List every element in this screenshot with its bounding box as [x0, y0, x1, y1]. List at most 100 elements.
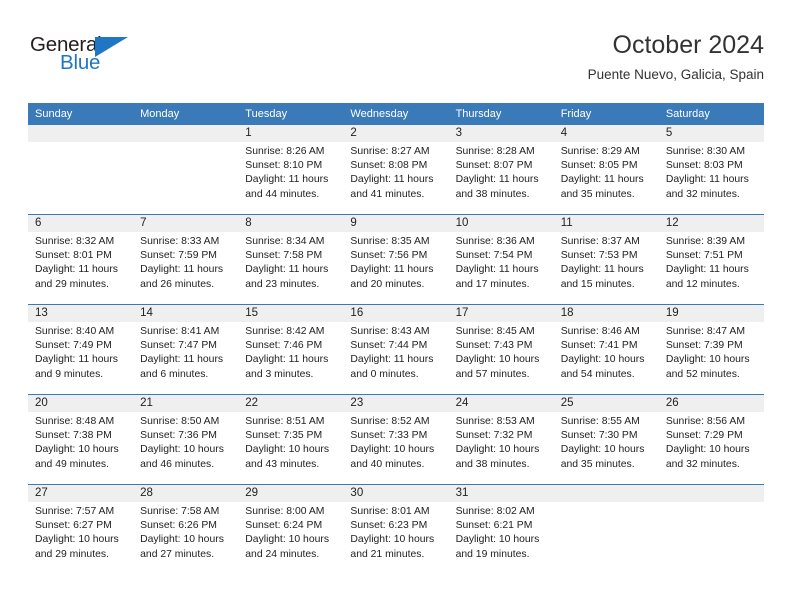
day-number[interactable]: 27 — [28, 485, 133, 502]
day-detail-line: and 0 minutes. — [350, 368, 419, 380]
weekday-header-friday: Friday — [560, 108, 592, 120]
day-number[interactable]: 4 — [554, 125, 659, 142]
day-cell-empty — [659, 502, 764, 574]
day-detail-line: Sunrise: 8:28 AM — [455, 146, 535, 157]
day-number[interactable]: 2 — [343, 125, 448, 142]
day-detail-line: Sunrise: 8:39 AM — [665, 236, 745, 247]
day-detail-line: and 38 minutes. — [455, 188, 530, 200]
day-cell[interactable]: Sunrise: 8:47 AM Sunset: 7:39 PM Daylight:… — [659, 322, 764, 394]
day-detail-band: Sunrise: 8:40 AM Sunset: 7:49 PM Daylight:… — [28, 322, 764, 394]
day-detail-line: Daylight: 11 hours — [455, 174, 539, 186]
day-cell[interactable]: Sunrise: 8:43 AM Sunset: 7:44 PM Daylight:… — [343, 322, 448, 394]
day-detail-line: Sunrise: 8:41 AM — [140, 326, 220, 337]
day-number[interactable]: 7 — [133, 215, 238, 232]
day-detail-line: and 3 minutes. — [245, 368, 314, 380]
day-detail-line: and 43 minutes. — [245, 458, 320, 470]
day-number[interactable]: 17 — [449, 305, 554, 322]
day-number[interactable]: 30 — [343, 485, 448, 502]
day-detail-line: Sunset: 8:01 PM — [35, 250, 112, 262]
day-number[interactable]: 9 — [343, 215, 448, 232]
day-number[interactable]: 24 — [449, 395, 554, 412]
day-cell[interactable]: Sunrise: 8:26 AM Sunset: 8:10 PM Daylight:… — [238, 142, 343, 214]
day-number[interactable]: 31 — [449, 485, 554, 502]
day-cell[interactable]: Sunrise: 8:30 AM Sunset: 8:03 PM Daylight:… — [659, 142, 764, 214]
day-cell[interactable]: Sunrise: 8:33 AM Sunset: 7:59 PM Daylight:… — [133, 232, 238, 304]
day-number[interactable]: 15 — [238, 305, 343, 322]
day-detail-line: Sunset: 7:38 PM — [35, 430, 112, 442]
weekday-header-thursday: Thursday — [455, 108, 502, 120]
day-cell[interactable]: Sunrise: 8:51 AM Sunset: 7:35 PM Daylight:… — [238, 412, 343, 484]
day-detail-line: and 40 minutes. — [350, 458, 425, 470]
day-detail-line: Sunset: 6:26 PM — [140, 520, 217, 532]
day-detail-band: Sunrise: 7:57 AM Sunset: 6:27 PM Daylight:… — [28, 502, 764, 574]
day-detail-line: Sunset: 7:58 PM — [245, 250, 323, 262]
day-number[interactable]: 18 — [554, 305, 659, 322]
day-number[interactable]: 13 — [28, 305, 133, 322]
day-detail-line: Daylight: 10 hours — [245, 444, 330, 456]
day-number[interactable]: 19 — [659, 305, 764, 322]
day-number[interactable]: 14 — [133, 305, 238, 322]
day-cell[interactable]: Sunrise: 8:45 AM Sunset: 7:43 PM Daylight:… — [449, 322, 554, 394]
day-cell[interactable]: Sunrise: 8:37 AM Sunset: 7:53 PM Daylight:… — [554, 232, 659, 304]
weekday-header-wednesday: Wednesday — [350, 108, 409, 120]
day-cell[interactable]: Sunrise: 8:02 AM Sunset: 6:21 PM Daylight:… — [449, 502, 554, 574]
day-cell[interactable]: Sunrise: 7:57 AM Sunset: 6:27 PM Daylight:… — [28, 502, 133, 574]
day-detail-line: Sunrise: 8:36 AM — [455, 236, 535, 247]
day-detail-line: Daylight: 11 hours — [455, 264, 539, 276]
day-cell[interactable]: Sunrise: 8:36 AM Sunset: 7:54 PM Daylight:… — [449, 232, 554, 304]
day-cell[interactable]: Sunrise: 8:48 AM Sunset: 7:38 PM Daylight:… — [28, 412, 133, 484]
day-number[interactable]: 28 — [133, 485, 238, 502]
day-number[interactable]: 22 — [238, 395, 343, 412]
day-cell[interactable]: Sunrise: 8:52 AM Sunset: 7:33 PM Daylight:… — [343, 412, 448, 484]
day-detail-line: Daylight: 10 hours — [455, 444, 540, 456]
day-detail-line: and 12 minutes. — [665, 278, 740, 290]
general-blue-logo[interactable]: General Blue — [30, 34, 160, 82]
day-detail-line: Sunrise: 8:33 AM — [140, 236, 220, 247]
day-number[interactable]: 16 — [343, 305, 448, 322]
day-detail-line: and 27 minutes. — [140, 548, 215, 560]
day-detail-line: Sunset: 7:44 PM — [350, 340, 428, 352]
day-cell[interactable]: Sunrise: 7:58 AM Sunset: 6:26 PM Daylight:… — [133, 502, 238, 574]
day-cell[interactable]: Sunrise: 8:53 AM Sunset: 7:32 PM Daylight:… — [449, 412, 554, 484]
day-cell[interactable]: Sunrise: 8:28 AM Sunset: 8:07 PM Daylight:… — [449, 142, 554, 214]
day-detail-line: and 38 minutes. — [455, 458, 530, 470]
day-detail-line: and 15 minutes. — [560, 278, 635, 290]
weekday-header-tuesday: Tuesday — [245, 108, 288, 120]
day-number[interactable]: 5 — [659, 125, 764, 142]
day-number[interactable]: 21 — [133, 395, 238, 412]
day-detail-line: Sunset: 7:35 PM — [245, 430, 323, 442]
day-cell[interactable]: Sunrise: 8:01 AM Sunset: 6:23 PM Daylight:… — [343, 502, 448, 574]
day-number[interactable]: 25 — [554, 395, 659, 412]
day-cell[interactable]: Sunrise: 8:50 AM Sunset: 7:36 PM Daylight:… — [133, 412, 238, 484]
day-number[interactable]: 29 — [238, 485, 343, 502]
day-detail-line: Daylight: 11 hours — [140, 264, 224, 276]
day-number[interactable]: 23 — [343, 395, 448, 412]
day-number[interactable]: 1 — [238, 125, 343, 142]
day-cell[interactable]: Sunrise: 8:39 AM Sunset: 7:51 PM Daylight:… — [659, 232, 764, 304]
day-number[interactable]: 20 — [28, 395, 133, 412]
day-cell[interactable]: Sunrise: 8:35 AM Sunset: 7:56 PM Daylight:… — [343, 232, 448, 304]
day-cell[interactable]: Sunrise: 8:34 AM Sunset: 7:58 PM Daylight:… — [238, 232, 343, 304]
day-cell[interactable]: Sunrise: 8:00 AM Sunset: 6:24 PM Daylight:… — [238, 502, 343, 574]
day-number[interactable]: 26 — [659, 395, 764, 412]
day-cell[interactable]: Sunrise: 8:56 AM Sunset: 7:29 PM Daylight:… — [659, 412, 764, 484]
day-number[interactable]: 6 — [28, 215, 133, 232]
day-cell[interactable]: Sunrise: 8:40 AM Sunset: 7:49 PM Daylight:… — [28, 322, 133, 394]
day-detail-line: and 32 minutes. — [665, 188, 740, 200]
day-cell[interactable]: Sunrise: 8:46 AM Sunset: 7:41 PM Daylight:… — [554, 322, 659, 394]
day-detail-line: Sunrise: 8:47 AM — [665, 326, 745, 337]
day-cell[interactable]: Sunrise: 8:32 AM Sunset: 8:01 PM Daylight:… — [28, 232, 133, 304]
day-cell[interactable]: Sunrise: 8:41 AM Sunset: 7:47 PM Daylight:… — [133, 322, 238, 394]
day-number[interactable]: 12 — [659, 215, 764, 232]
day-detail-line: and 17 minutes. — [455, 278, 530, 290]
day-cell[interactable]: Sunrise: 8:27 AM Sunset: 8:08 PM Daylight:… — [343, 142, 448, 214]
day-number[interactable]: 8 — [238, 215, 343, 232]
day-number[interactable]: 3 — [449, 125, 554, 142]
day-cell[interactable]: Sunrise: 8:55 AM Sunset: 7:30 PM Daylight:… — [554, 412, 659, 484]
day-detail-line: Sunset: 8:08 PM — [350, 160, 428, 172]
day-number[interactable]: 10 — [449, 215, 554, 232]
day-number[interactable]: 11 — [554, 215, 659, 232]
day-number-band: 13 14 15 16 17 18 19 — [28, 305, 764, 322]
day-cell[interactable]: Sunrise: 8:42 AM Sunset: 7:46 PM Daylight:… — [238, 322, 343, 394]
day-cell[interactable]: Sunrise: 8:29 AM Sunset: 8:05 PM Daylight:… — [554, 142, 659, 214]
